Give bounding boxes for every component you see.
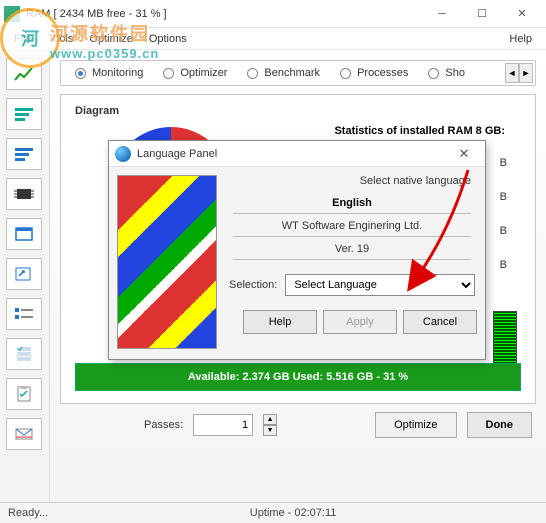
dialog-title: Language Panel: [137, 148, 449, 160]
dialog-right: Select native language English WT Softwa…: [227, 175, 477, 349]
dialog-help-button[interactable]: Help: [243, 310, 317, 334]
passes-label: Passes:: [144, 419, 183, 431]
done-button[interactable]: Done: [467, 412, 533, 438]
statusbar: Ready... Uptime - 02:07:11: [0, 502, 546, 523]
shortcut-icon[interactable]: [6, 258, 42, 290]
version-label: Ver. 19: [233, 237, 471, 260]
bars-blue-icon[interactable]: [6, 138, 42, 170]
stat-unit: B: [500, 191, 507, 203]
menu-help[interactable]: Help: [501, 30, 540, 48]
app-icon: [4, 6, 20, 22]
menu-optimize[interactable]: Optimize: [81, 30, 140, 48]
tab-scroll: ◄ ►: [505, 63, 533, 83]
minimize-button[interactable]: ─: [422, 2, 462, 26]
tab-optimizer[interactable]: Optimizer: [153, 61, 237, 85]
globe-icon: [115, 146, 131, 162]
stats-title: Statistics of installed RAM 8 GB:: [334, 125, 505, 137]
window-title: RAM [ 2434 MB free - 31 % ]: [26, 8, 422, 20]
envelope-icon[interactable]: [6, 418, 42, 450]
close-button[interactable]: ✕: [502, 2, 542, 26]
bars-green-icon[interactable]: [6, 98, 42, 130]
flags-image: [117, 175, 217, 349]
spin-up[interactable]: ▲: [263, 414, 277, 425]
tab-label: Sho: [445, 67, 465, 79]
dialog-body: Select native language English WT Softwa…: [109, 167, 485, 357]
stats-units: B B B B: [500, 157, 507, 271]
stat-unit: B: [500, 157, 507, 169]
language-select[interactable]: Select Language: [285, 274, 475, 296]
tabs: Monitoring Optimizer Benchmark Processes…: [60, 60, 536, 86]
dialog-apply-button[interactable]: Apply: [323, 310, 397, 334]
tab-shortcuts[interactable]: Sho: [418, 61, 475, 85]
company-label: WT Software Enginering Ltd.: [233, 214, 471, 237]
dialog-buttons: Help Apply Cancel: [227, 310, 477, 334]
diagram-label: Diagram: [75, 105, 521, 117]
passes-spinner: ▲ ▼: [263, 414, 277, 436]
stat-unit: B: [500, 225, 507, 237]
checklist-stack-icon[interactable]: [6, 338, 42, 370]
chart-icon[interactable]: [6, 58, 42, 90]
tab-label: Optimizer: [180, 67, 227, 79]
tab-monitoring[interactable]: Monitoring: [65, 61, 153, 85]
mem-bars: [493, 311, 517, 369]
current-language: English: [233, 191, 471, 214]
dialog-close-button[interactable]: ✕: [449, 146, 479, 162]
tab-scroll-right[interactable]: ►: [519, 63, 533, 83]
tab-processes[interactable]: Processes: [330, 61, 418, 85]
maximize-button[interactable]: ☐: [462, 2, 502, 26]
radio-icon: [428, 68, 439, 79]
dialog-titlebar: Language Panel ✕: [109, 141, 485, 167]
tab-scroll-left[interactable]: ◄: [505, 63, 519, 83]
stat-unit: B: [500, 259, 507, 271]
optimize-button[interactable]: Optimize: [375, 412, 456, 438]
clipboard-icon[interactable]: [6, 378, 42, 410]
menu-file[interactable]: File: [6, 30, 40, 48]
checklist-icon[interactable]: [6, 298, 42, 330]
selection-row: Selection: Select Language: [229, 274, 475, 296]
tab-label: Benchmark: [264, 67, 320, 79]
selection-label: Selection:: [229, 279, 277, 291]
radio-icon: [163, 68, 174, 79]
spin-down[interactable]: ▼: [263, 425, 277, 436]
native-label: Select native language: [227, 175, 477, 191]
tab-label: Monitoring: [92, 67, 143, 79]
footer-controls: Passes: ▲ ▼ Optimize Done: [60, 404, 536, 438]
available-text: Available: 2.374 GB Used: 5.516 GB - 31 …: [188, 371, 408, 383]
passes-input[interactable]: [193, 414, 253, 436]
radio-icon: [247, 68, 258, 79]
language-dialog: Language Panel ✕ Select native language …: [108, 140, 486, 360]
menu-options[interactable]: Options: [141, 30, 195, 48]
sidebar: [0, 50, 50, 502]
window-icon[interactable]: [6, 218, 42, 250]
tab-label: Processes: [357, 67, 408, 79]
titlebar: RAM [ 2434 MB free - 31 % ] ─ ☐ ✕: [0, 0, 546, 28]
radio-icon: [75, 68, 86, 79]
status-uptime: Uptime - 02:07:11: [250, 507, 337, 519]
status-ready: Ready...: [8, 507, 48, 519]
chip-icon[interactable]: [6, 178, 42, 210]
tab-benchmark[interactable]: Benchmark: [237, 61, 330, 85]
menubar: File Tools Optimize Options Help: [0, 28, 546, 50]
menu-tools[interactable]: Tools: [40, 30, 82, 48]
available-bar: Available: 2.374 GB Used: 5.516 GB - 31 …: [75, 363, 521, 391]
radio-icon: [340, 68, 351, 79]
dialog-cancel-button[interactable]: Cancel: [403, 310, 477, 334]
